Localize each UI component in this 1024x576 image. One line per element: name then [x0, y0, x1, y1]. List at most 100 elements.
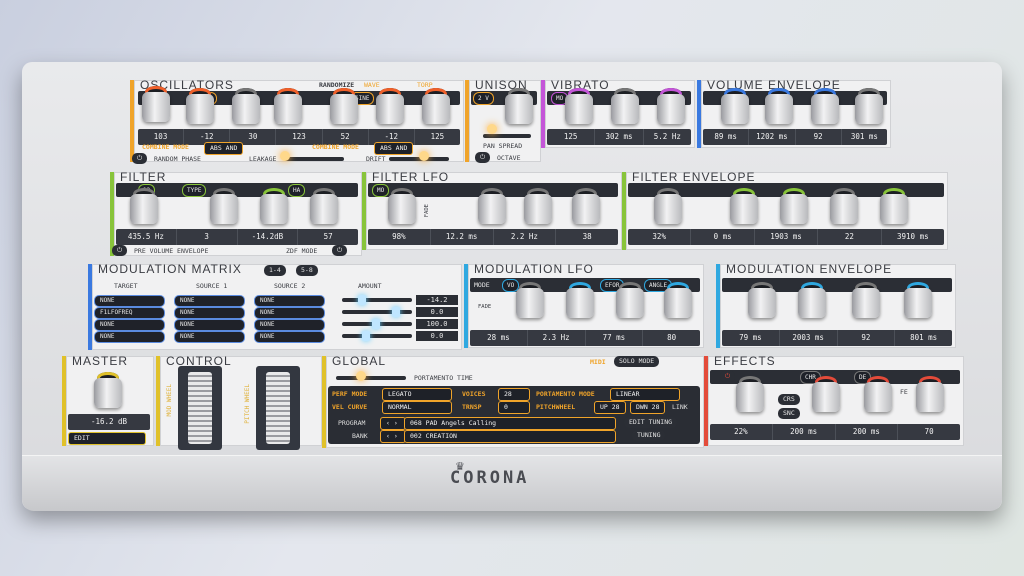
filter-lfo-knob-4[interactable]: [572, 188, 600, 224]
filter-key-knob[interactable]: [310, 188, 338, 224]
osc-knob-5[interactable]: [330, 88, 358, 124]
mod-matrix-page-1[interactable]: 1-4: [264, 265, 286, 276]
vel-curve-select[interactable]: NORMAL: [382, 401, 452, 414]
mod-lfo-knob-1[interactable]: [516, 282, 544, 318]
pitch-wheel[interactable]: [256, 366, 300, 450]
vibrato-knob-1[interactable]: [565, 88, 593, 124]
mx-amount-thumb-1[interactable]: [358, 295, 366, 305]
osc-knob-4[interactable]: [274, 88, 302, 124]
mx-source2-1[interactable]: NONE: [254, 295, 325, 307]
mod-lfo-knob-2[interactable]: [566, 282, 594, 318]
portamento-time-slider[interactable]: [336, 376, 406, 380]
mod-wheel[interactable]: [178, 366, 222, 450]
mx-amount-slider-1[interactable]: [342, 298, 412, 302]
program-name[interactable]: 068 PAD Angels Calling: [404, 417, 616, 430]
mx-amount-slider-2[interactable]: [342, 310, 412, 314]
vibrato-knob-2[interactable]: [611, 88, 639, 124]
zdf-power-icon[interactable]: ⏻: [332, 245, 348, 256]
filter-env-decay-knob[interactable]: [780, 188, 808, 224]
pre-volume-power-icon[interactable]: ⏻: [112, 245, 128, 256]
osc-knob-1[interactable]: [142, 86, 170, 122]
vol-env-attack-knob[interactable]: [721, 88, 749, 124]
effects-knob-1[interactable]: [736, 376, 764, 412]
vol-env-release-knob[interactable]: [855, 88, 883, 124]
filter-gain-knob[interactable]: [260, 188, 288, 224]
octave-power-icon[interactable]: ⏻: [475, 152, 491, 163]
mx-amount-thumb-3[interactable]: [372, 319, 380, 329]
filter-lfo-knob-1[interactable]: [388, 188, 416, 224]
mod-env-decay-knob[interactable]: [798, 282, 826, 318]
mx-target-2[interactable]: F1LFOFREQ: [94, 307, 165, 319]
effects-power-icon[interactable]: ⏻: [720, 371, 736, 382]
portamento-mode-select[interactable]: LINEAR: [610, 388, 680, 401]
mx-source2-3[interactable]: NONE: [254, 319, 325, 331]
mx-source1-4[interactable]: NONE: [174, 331, 245, 343]
mx-amount-slider-4[interactable]: [342, 334, 412, 338]
mx-target-1[interactable]: NONE: [94, 295, 165, 307]
portamento-time-thumb[interactable]: [356, 371, 366, 381]
mod-matrix-page-2[interactable]: 5-8: [296, 265, 318, 276]
bank-prev-next[interactable]: ‹ ›: [380, 430, 406, 443]
mod-env-release-knob[interactable]: [904, 282, 932, 318]
mod-lfo-knob-4[interactable]: [664, 282, 692, 318]
solo-mode-button[interactable]: SOLO MODE: [614, 356, 660, 367]
mx-source2-4[interactable]: NONE: [254, 331, 325, 343]
vol-env-decay-knob[interactable]: [765, 88, 793, 124]
mx-target-3[interactable]: NONE: [94, 319, 165, 331]
crs-button[interactable]: CRS: [778, 394, 800, 405]
master-volume-knob[interactable]: [94, 372, 122, 408]
mod-env-attack-knob[interactable]: [748, 282, 776, 318]
effects-knob-3[interactable]: [864, 376, 892, 412]
perf-mode-select[interactable]: LEGATO: [382, 388, 452, 401]
filter-type-pill[interactable]: TYPE: [182, 184, 207, 197]
effects-knob-2[interactable]: [812, 376, 840, 412]
vibrato-knob-3[interactable]: [657, 88, 685, 124]
mod-env-sustain-knob[interactable]: [852, 282, 880, 318]
combine-mode-select[interactable]: ABS AND: [204, 142, 244, 155]
filter-mode-pill[interactable]: HA: [288, 184, 306, 197]
pan-spread-thumb[interactable]: [487, 124, 497, 134]
edit-tuning-button[interactable]: EDIT TUNING: [624, 417, 678, 428]
mx-target-4[interactable]: NONE: [94, 331, 165, 343]
mx-source1-1[interactable]: NONE: [174, 295, 245, 307]
mx-amount-thumb-2[interactable]: [392, 307, 400, 317]
unison-voices-pill[interactable]: 2 V: [473, 92, 494, 105]
filter-env-release-knob[interactable]: [880, 188, 908, 224]
vol-env-sustain-knob[interactable]: [811, 88, 839, 124]
filter-cutoff-knob[interactable]: [130, 188, 158, 224]
program-prev-next[interactable]: ‹ ›: [380, 417, 406, 430]
filter-env-sustain-knob[interactable]: [830, 188, 858, 224]
transp-select[interactable]: 0: [498, 401, 530, 414]
unison-knob[interactable]: [505, 88, 533, 124]
filter-resonance-knob[interactable]: [210, 188, 238, 224]
bank-name[interactable]: 002 CREATION: [404, 430, 616, 443]
mod-lfo-knob-3[interactable]: [616, 282, 644, 318]
pitchwheel-down[interactable]: DWN 28: [630, 401, 666, 414]
master-edit-button[interactable]: EDIT: [68, 432, 146, 445]
osc-knob-7[interactable]: [422, 88, 450, 124]
filter-lfo-knob-3[interactable]: [524, 188, 552, 224]
effects-knob-4[interactable]: [916, 376, 944, 412]
mx-source2-2[interactable]: NONE: [254, 307, 325, 319]
leakage-slider[interactable]: [284, 157, 344, 161]
leakage-thumb[interactable]: [280, 151, 290, 161]
mx-source1-2[interactable]: NONE: [174, 307, 245, 319]
mx-source1-3[interactable]: NONE: [174, 319, 245, 331]
filter-lfo-knob-2[interactable]: [478, 188, 506, 224]
pitchwheel-link[interactable]: LINK: [672, 403, 688, 411]
osc-knob-3[interactable]: [232, 88, 260, 124]
snc-button[interactable]: SNC: [778, 408, 800, 419]
voices-select[interactable]: 28: [498, 388, 530, 401]
combine-mode-select-2[interactable]: ABS AND: [374, 142, 414, 155]
mx-amount-thumb-4[interactable]: [362, 331, 370, 341]
pan-spread-slider[interactable]: [483, 134, 531, 138]
filter-env-amount-knob[interactable]: [654, 188, 682, 224]
filter-lfo-mode-pill[interactable]: MO: [372, 184, 390, 197]
filter-env-attack-knob[interactable]: [730, 188, 758, 224]
osc-knob-2[interactable]: [186, 88, 214, 124]
power-icon[interactable]: ⏻: [132, 153, 148, 164]
drift-thumb[interactable]: [419, 151, 429, 161]
tuning-button[interactable]: TUNING: [632, 430, 666, 441]
osc-knob-6[interactable]: [376, 88, 404, 124]
pitchwheel-up[interactable]: UP 28: [594, 401, 626, 414]
